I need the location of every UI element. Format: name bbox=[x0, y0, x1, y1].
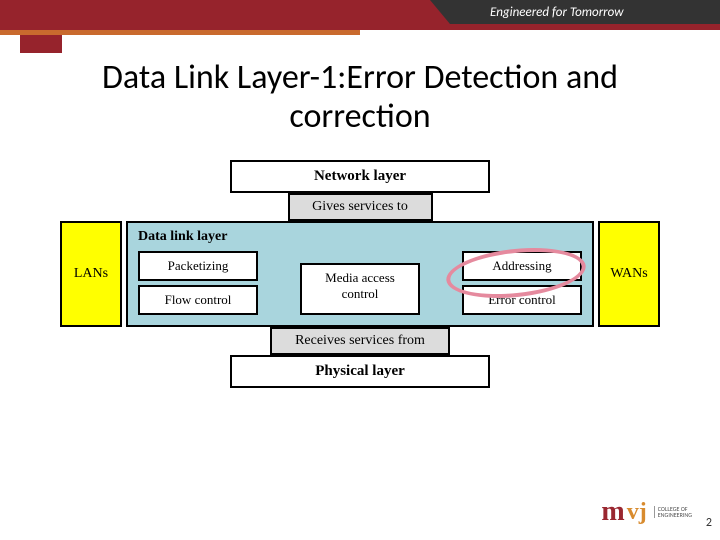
slide-title: Data Link Layer-1:Error Detection and co… bbox=[50, 58, 670, 136]
physical-layer-box: Physical layer bbox=[230, 355, 490, 388]
header-tagline: Engineered for Tomorrow bbox=[450, 0, 720, 24]
logo-subtext: COLLEGE OF ENGINEERING bbox=[654, 506, 692, 518]
page-number: 2 bbox=[706, 516, 712, 530]
receives-services-label: Receives services from bbox=[270, 327, 450, 355]
lans-box: LANs bbox=[60, 221, 122, 327]
dll-title: Data link layer bbox=[138, 229, 582, 245]
layer-diagram: Network layer Gives services to LANs Dat… bbox=[60, 160, 660, 388]
header-red-tab bbox=[20, 35, 62, 53]
logo-sub-line2: ENGINEERING bbox=[658, 512, 692, 518]
wans-box: WANs bbox=[598, 221, 660, 327]
middle-row: LANs Data link layer Packetizing Address… bbox=[60, 221, 660, 327]
dll-row-2: Flow control Media access control Error … bbox=[138, 285, 582, 315]
data-link-layer-box: Data link layer Packetizing Addressing F… bbox=[126, 221, 594, 327]
flow-control-box: Flow control bbox=[138, 285, 258, 315]
gives-services-label: Gives services to bbox=[288, 193, 433, 221]
footer-logo: m vj COLLEGE OF ENGINEERING bbox=[601, 496, 692, 528]
dll-grid: Packetizing Addressing Flow control Medi… bbox=[138, 251, 582, 315]
packetizing-box: Packetizing bbox=[138, 251, 258, 281]
error-control-box: Error control bbox=[462, 285, 582, 315]
network-layer-box: Network layer bbox=[230, 160, 490, 193]
logo-vj: vj bbox=[627, 499, 647, 526]
addressing-box: Addressing bbox=[462, 251, 582, 281]
media-access-box: Media access control bbox=[300, 263, 420, 315]
logo-m: m bbox=[601, 496, 624, 528]
